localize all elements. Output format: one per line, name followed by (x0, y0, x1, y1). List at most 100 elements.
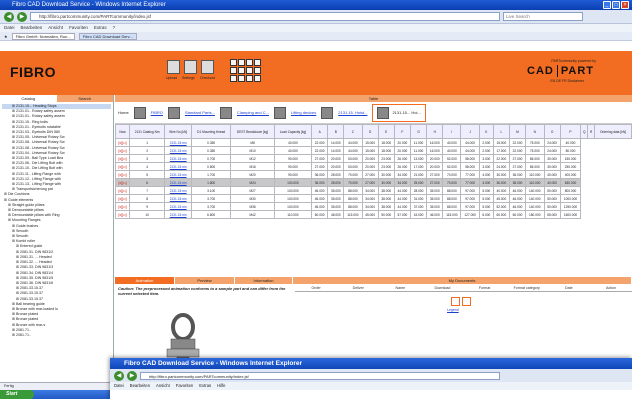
table-row[interactable]: [≡][⊡] 5 2131.15.mn 1.700 M20 90.000 36.000 28.… (114, 170, 632, 179)
menu-tools[interactable]: Extras (94, 24, 107, 32)
lifting-icon[interactable] (273, 106, 286, 119)
tab-preview[interactable]: Preview (175, 277, 235, 284)
column-header[interactable]: L (492, 124, 510, 139)
window2-menu-tools[interactable]: Extras (199, 382, 211, 390)
column-header[interactable]: J (460, 124, 480, 139)
row-actions[interactable]: [≡][⊡] (114, 154, 131, 163)
catalog-number-link[interactable]: 2131.15.mn (164, 154, 192, 163)
column-header[interactable]: I (442, 124, 462, 139)
window2-menu-favorites[interactable]: Favoriten (176, 382, 193, 390)
crumb-clamping[interactable]: Clamping and C... (237, 110, 269, 115)
column-header[interactable]: C (343, 124, 363, 139)
row-actions[interactable]: [≡][⊡] (114, 210, 131, 219)
tab-fibro-cad[interactable]: Fibro CAD Download Serv... (78, 32, 137, 40)
clamping-icon[interactable] (219, 106, 232, 119)
row-actions[interactable]: [≡][⊡] (114, 138, 131, 147)
standard-parts-icon[interactable] (167, 106, 180, 119)
column-header[interactable]: D (361, 124, 379, 139)
table-row[interactable]: [≡][⊡] 9 2131.15.mn 3.700 M36 100.000 46.000 35… (114, 202, 632, 211)
table-row[interactable]: [≡][⊡] 4 2131.15.mn 0.800 M16 90.000 27.000 20.… (114, 162, 632, 171)
tab-fibro-gmbh[interactable]: Fibro GmbH: Normalien, Run... (11, 32, 75, 40)
menu-view[interactable]: Ansicht (48, 24, 63, 32)
crumb-fibro[interactable]: FIBRO (151, 110, 163, 115)
catalog-number-link[interactable]: 2131.15.mn (164, 170, 192, 179)
menu-favorites[interactable]: Favoriten (69, 24, 88, 32)
view-grid-icon[interactable] (230, 59, 261, 82)
mydocs-column-header[interactable]: Name (379, 285, 421, 291)
column-header[interactable]: P (559, 124, 582, 139)
maximize-button[interactable]: □ (612, 1, 620, 9)
close-button[interactable]: × (621, 1, 629, 9)
catalog-number-link[interactable]: 2131.15.mn (164, 178, 192, 187)
menu-help[interactable]: ? (113, 24, 116, 32)
catalog-number-link[interactable]: 2131.15.mn (164, 146, 192, 155)
mydocs-column-header[interactable]: Format category (506, 285, 548, 291)
url-input[interactable]: http://fibro.partcommunity.com/PARTcommu… (30, 12, 500, 21)
window2-menu-help[interactable]: Hilfe (217, 382, 225, 390)
tab-search[interactable]: Search (57, 95, 114, 102)
column-header[interactable]: G (409, 124, 428, 139)
table-row[interactable]: [≡][⊡] 6 2131.15.mn 1.800 M24 100.000 36.000 28… (114, 178, 632, 187)
catalog-number-link[interactable]: 2131.15.mn (164, 202, 192, 211)
column-header[interactable]: Now (114, 124, 131, 139)
table-row[interactable]: [≡][⊡] 8 2131.15.mn 3.700 M30 100.000 46.000 35… (114, 194, 632, 203)
column-header[interactable]: 2131 Catalog Nm (129, 124, 166, 139)
table-row[interactable]: [≡][⊡] 1 2131.15.mn 0.350 M8 40.000 22.000 14.0… (114, 138, 632, 147)
delete-icon[interactable] (462, 297, 471, 306)
column-header[interactable]: A (311, 124, 329, 139)
catalog-tree[interactable]: ⊞ 2131.15... Heading Stops ⊞ 2131.01.. Ro… (0, 102, 113, 340)
column-header[interactable]: M (508, 124, 527, 139)
crumb-lifting[interactable]: Lifting devices (291, 110, 316, 115)
column-header[interactable]: H (426, 124, 444, 139)
mydocs-column-header[interactable]: Download (421, 285, 463, 291)
catalog-number-link[interactable]: 2131.15.mn (164, 186, 192, 195)
settings-icon[interactable] (184, 60, 197, 74)
star-icon[interactable]: ★ (4, 34, 8, 39)
current-item[interactable]: 2131.15... Hoi... (372, 103, 426, 122)
column-header[interactable]: B (327, 124, 345, 139)
second-browser-window[interactable]: Fibro CAD Download Service - Windows Int… (110, 358, 632, 399)
tree-node[interactable]: ⊞ 2081.71.. (2, 333, 111, 338)
column-header[interactable]: R (587, 124, 595, 139)
tab-animation[interactable]: Animation (115, 277, 175, 284)
table-row[interactable]: [≡][⊡] 7 2131.15.mn 3.100 M27 100.000 46.000 35… (114, 186, 632, 195)
back-button[interactable]: ◀ (4, 11, 14, 22)
column-header[interactable]: Wire No [kN] (164, 124, 192, 139)
crumb-hoist[interactable]: 2131.15. Hoist... (338, 110, 367, 115)
menu-file[interactable]: Datei (4, 24, 15, 32)
catalog-number-link[interactable]: 2131.15.mn (164, 138, 192, 147)
table-row[interactable]: [≡][⊡] 2 2131.15.mn 0.350 M10 40.000 22.000 14.… (114, 146, 632, 155)
tab-catalog[interactable]: Catalog (0, 95, 57, 102)
column-header[interactable]: K (478, 124, 494, 139)
tab-information[interactable]: Information (235, 277, 293, 284)
crumb-home[interactable]: Home (118, 110, 129, 115)
tab-my-documents[interactable]: My Documents (293, 277, 632, 284)
column-header[interactable]: DEST Breakdown [kg] (230, 124, 275, 139)
window2-forward-button[interactable]: ▶ (127, 370, 137, 381)
column-header[interactable]: E (377, 124, 395, 139)
fibro-thumb-icon[interactable] (133, 106, 146, 119)
mydocs-column-header[interactable]: Date (548, 285, 590, 291)
column-header[interactable]: F (393, 124, 411, 139)
row-actions[interactable]: [≡][⊡] (114, 162, 131, 171)
legend-link[interactable]: Legend (447, 308, 459, 312)
checkout-icon[interactable] (201, 60, 214, 74)
forward-button[interactable]: ▶ (17, 11, 27, 22)
minimize-button[interactable]: _ (603, 1, 611, 9)
row-actions[interactable]: [≡][⊡] (114, 178, 131, 187)
column-header[interactable]: Ordering data [kN] (594, 124, 632, 139)
row-actions[interactable]: [≡][⊡] (114, 146, 131, 155)
add-icon[interactable] (451, 297, 460, 306)
window2-menu-file[interactable]: Datei (114, 382, 124, 390)
mydocs-column-header[interactable]: Action (590, 285, 632, 291)
catalog-number-link[interactable]: 2131.15.mn (164, 194, 192, 203)
window2-back-button[interactable]: ◀ (114, 370, 124, 381)
catalog-number-link[interactable]: 2131.15.mn (164, 162, 192, 171)
crumb-standard[interactable]: Standard Parts... (185, 110, 215, 115)
column-header[interactable]: O (543, 124, 561, 139)
language-links[interactable]: EN DE FR Disclaimer (550, 79, 584, 83)
menu-edit[interactable]: Bearbeiten (21, 24, 43, 32)
column-header[interactable]: D1 Mounting thread (190, 124, 232, 139)
window2-menu-view[interactable]: Ansicht (156, 382, 170, 390)
search-input[interactable]: Live Search (503, 12, 583, 21)
